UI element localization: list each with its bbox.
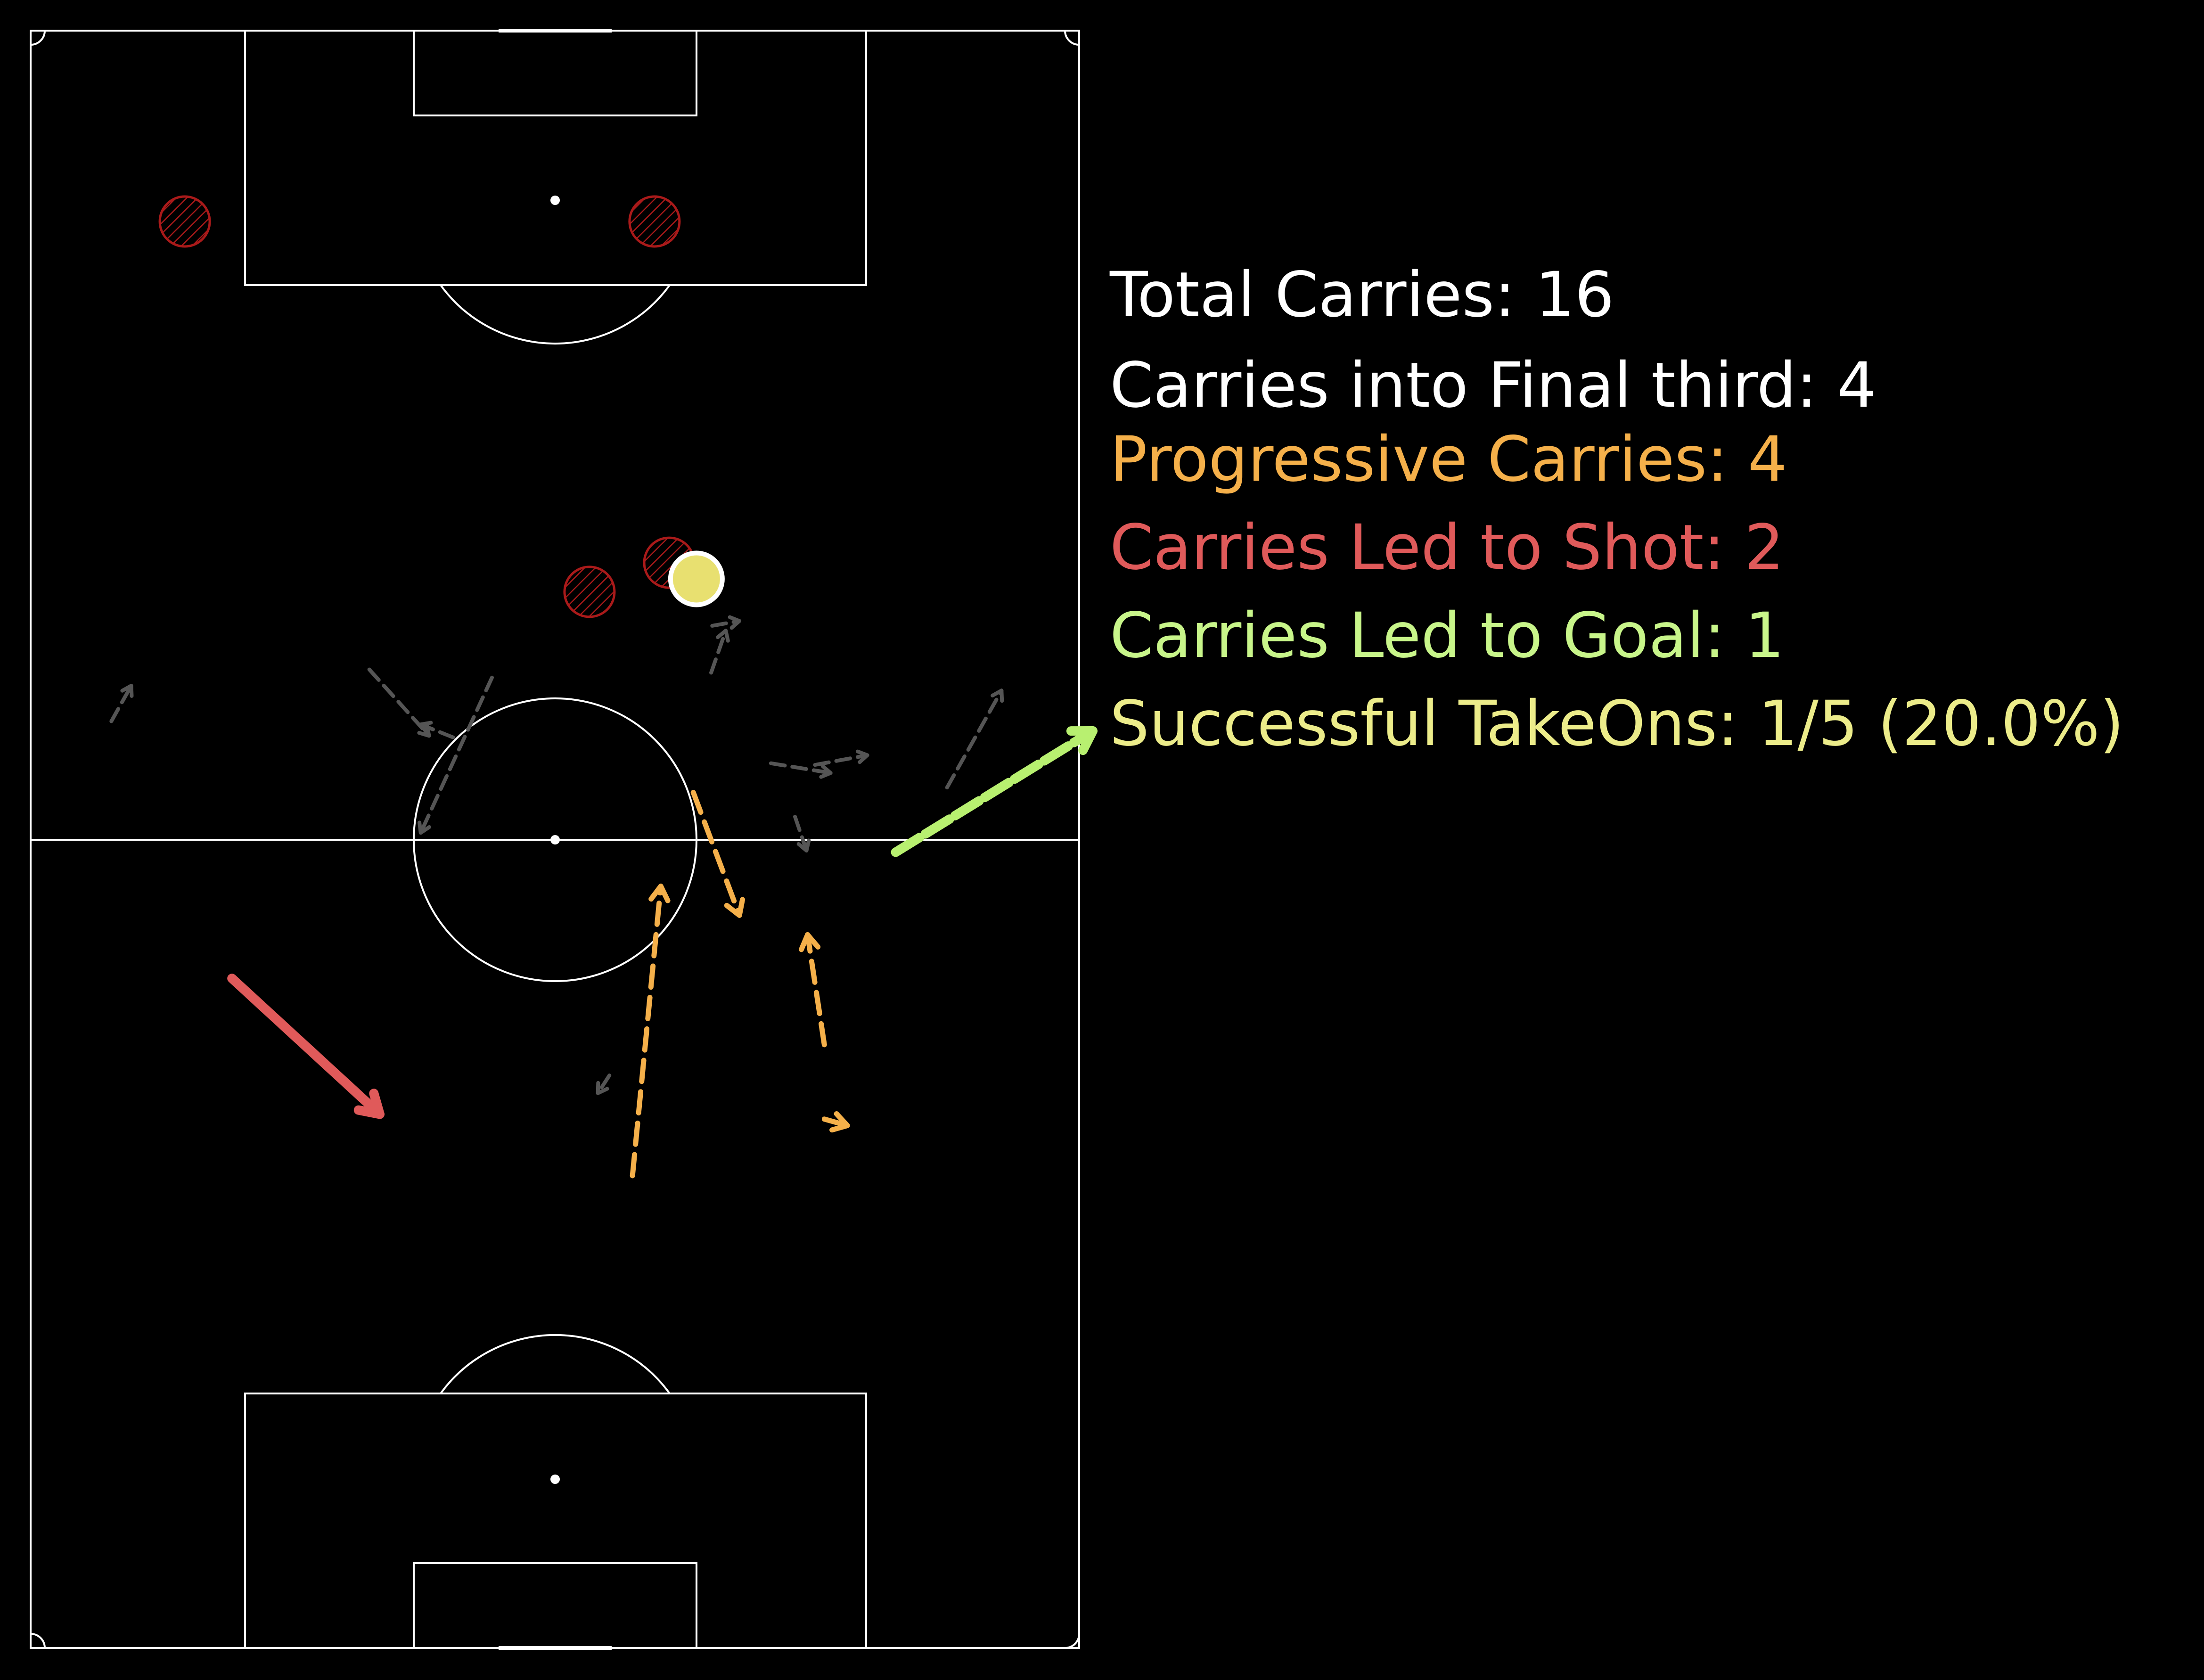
progressive-carry-arrow xyxy=(799,932,827,1048)
top-penalty-spot xyxy=(550,196,560,205)
failed-takeon-marker xyxy=(158,195,211,248)
top-six-yard-box xyxy=(413,30,697,116)
top-penalty-box xyxy=(244,30,867,286)
corner-arc-bottom-right xyxy=(1065,1633,1080,1649)
corner-arc-top-left xyxy=(30,30,46,46)
other-carry-line xyxy=(945,688,1004,790)
other-carry-arrow xyxy=(710,615,742,630)
final-third-stat: Carries into Final third: 4 xyxy=(1110,349,1877,422)
other-carry-arrow xyxy=(813,749,869,767)
corner-arc-bottom-left xyxy=(30,1633,46,1648)
goal-carry-line xyxy=(891,726,1098,857)
bottom-six-yard-box xyxy=(413,1562,697,1649)
shot-carry-line xyxy=(227,974,385,1119)
other-carry-arrow xyxy=(769,761,833,779)
bottom-penalty-box xyxy=(244,1393,867,1649)
other-carry-arrow xyxy=(109,683,134,723)
other-carry-line xyxy=(418,675,494,835)
progressive-carry-line xyxy=(805,932,827,1048)
failed-takeon-marker xyxy=(563,565,616,618)
led-to-goal-stat: Carries Led to Goal: 1 xyxy=(1110,599,1785,672)
total-carries-stat: Total Carries: 16 xyxy=(1110,259,1614,331)
other-carry-arrow xyxy=(793,814,811,853)
other-carry-arrow xyxy=(945,688,1004,790)
carry-map xyxy=(30,29,1098,1650)
centre-spot xyxy=(550,835,560,844)
takeons-stat: Successful TakeOns: 1/5 (20.0%) xyxy=(1110,688,2124,760)
other-carry-arrow xyxy=(596,1074,612,1095)
progressive-carries-stat: Progressive Carries: 4 xyxy=(1110,423,1787,496)
progressive-carry-arrow xyxy=(630,884,671,1179)
stats-panel: Total Carries: 16 Carries into Final thi… xyxy=(1110,264,2124,755)
carries-layer xyxy=(109,615,1098,1179)
other-carry-arrow xyxy=(709,629,730,675)
goal-carry-arrow xyxy=(891,726,1098,857)
progressive-carry-arrow xyxy=(690,789,746,918)
top-penalty-arc xyxy=(440,284,671,345)
bottom-penalty-arc xyxy=(440,1334,671,1394)
other-carry-arrow xyxy=(418,675,494,835)
progressive-carry-line xyxy=(630,884,664,1179)
corner-arc-top-right xyxy=(1064,30,1080,46)
bottom-penalty-spot xyxy=(550,1475,560,1484)
shot-carry-arrow xyxy=(227,974,385,1119)
progressive-carry-line xyxy=(690,789,742,918)
led-to-shot-stat: Carries Led to Shot: 2 xyxy=(1110,511,1784,584)
pitch-spots xyxy=(550,196,560,1484)
failed-takeon-marker xyxy=(628,195,681,248)
successful-takeon-marker xyxy=(668,550,725,607)
progressive-carry-arrow xyxy=(821,1111,850,1133)
